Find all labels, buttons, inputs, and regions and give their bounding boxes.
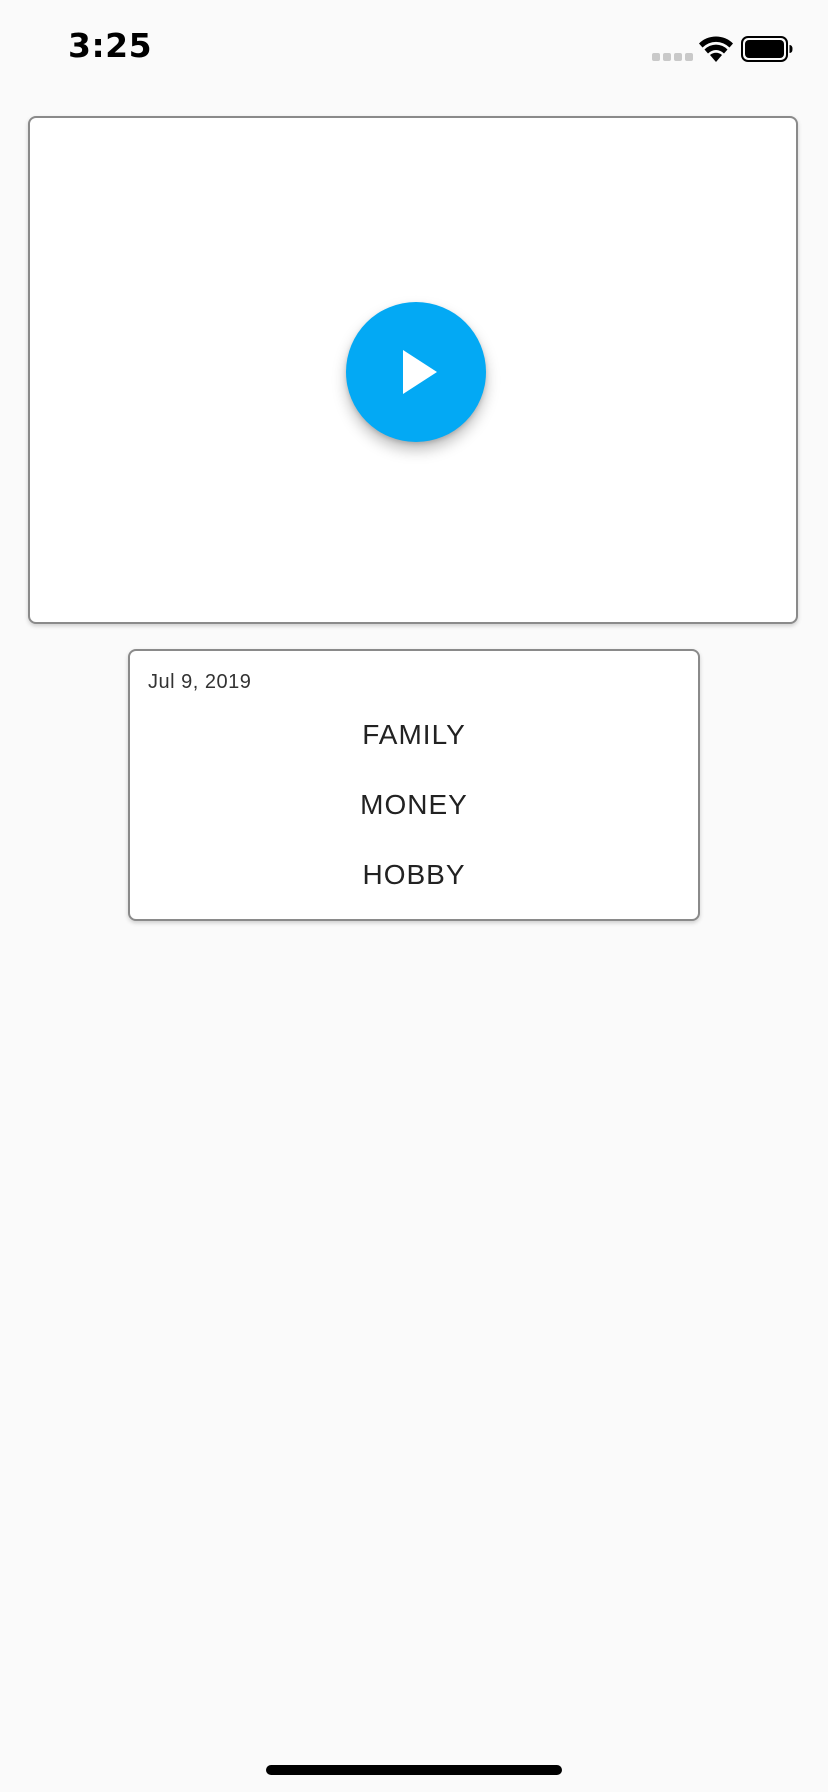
category-money[interactable]: MONEY — [130, 789, 698, 821]
category-family[interactable]: FAMILY — [130, 719, 698, 751]
video-player-card[interactable] — [28, 116, 798, 624]
wifi-icon — [699, 36, 733, 62]
status-time: 3:25 — [68, 26, 153, 65]
entry-date: Jul 9, 2019 — [148, 671, 252, 693]
status-bar: 3:25 — [0, 0, 828, 100]
category-hobby[interactable]: HOBBY — [130, 859, 698, 891]
entry-card: Jul 9, 2019 FAMILY MONEY HOBBY — [128, 649, 700, 921]
play-button[interactable] — [346, 302, 486, 442]
play-icon — [403, 350, 437, 394]
home-indicator[interactable] — [266, 1765, 562, 1775]
battery-icon — [741, 36, 793, 62]
cellular-signal-icon — [652, 53, 693, 61]
